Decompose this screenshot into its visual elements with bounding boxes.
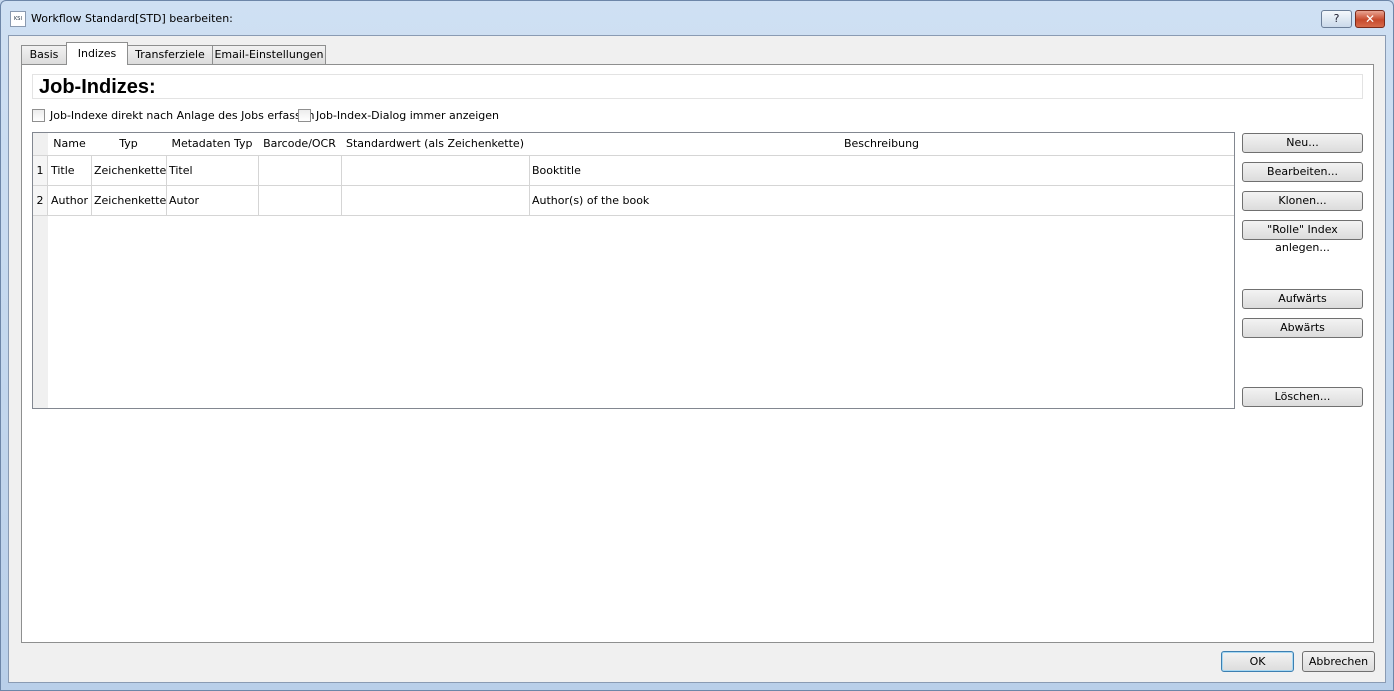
- tab-indizes[interactable]: Indizes: [66, 42, 128, 65]
- table-corner: [33, 133, 49, 156]
- checkbox-always-show-dialog[interactable]: Job-Index-Dialog immer anzeigen: [298, 108, 499, 122]
- move-up-button[interactable]: Aufwärts: [1242, 289, 1363, 309]
- cell-metadaten-typ[interactable]: Autor: [166, 186, 259, 216]
- cell-barcode-ocr[interactable]: [258, 156, 342, 186]
- delete-button[interactable]: Löschen...: [1242, 387, 1363, 407]
- dialog-window: KSI Workflow Standard[STD] bearbeiten: ?…: [0, 0, 1394, 691]
- create-role-index-button[interactable]: "Rolle" Index anlegen...: [1242, 220, 1363, 254]
- move-down-button[interactable]: Abwärts: [1242, 318, 1363, 338]
- tab-email-einstellungen[interactable]: Email-Einstellungen: [212, 45, 326, 64]
- cell-standardwert[interactable]: [341, 156, 530, 186]
- ok-button[interactable]: OK: [1221, 651, 1294, 672]
- clone-button[interactable]: Klonen...: [1242, 191, 1363, 211]
- cell-metadaten-typ[interactable]: Titel: [166, 156, 259, 186]
- column-header-name[interactable]: Name: [48, 133, 92, 156]
- help-button[interactable]: ?: [1321, 10, 1352, 28]
- cell-typ[interactable]: Zeichenkette: [91, 186, 167, 216]
- app-icon: KSI: [10, 11, 26, 27]
- column-header-barcode-ocr[interactable]: Barcode/OCR: [258, 133, 342, 156]
- tab-panel-indizes: Job-Indizes: Job-Indexe direkt nach Anla…: [21, 64, 1374, 643]
- checkbox-label: Job-Index-Dialog immer anzeigen: [316, 108, 500, 122]
- cell-typ[interactable]: Zeichenkette: [91, 156, 167, 186]
- job-index-table[interactable]: Name Typ Metadaten Typ Barcode/OCR Stand…: [32, 132, 1235, 409]
- checkbox-box[interactable]: [32, 108, 45, 122]
- row-number[interactable]: 2: [33, 186, 48, 216]
- tab-transferziele[interactable]: Transferziele: [127, 45, 213, 64]
- checkbox-capture-after-creation[interactable]: Job-Indexe direkt nach Anlage des Jobs e…: [32, 108, 314, 122]
- column-header-standardwert[interactable]: Standardwert (als Zeichenkette): [341, 133, 530, 156]
- tab-basis[interactable]: Basis: [21, 45, 67, 64]
- edit-button[interactable]: Bearbeiten...: [1242, 162, 1363, 182]
- column-header-metadaten-typ[interactable]: Metadaten Typ: [166, 133, 259, 156]
- column-header-typ[interactable]: Typ: [91, 133, 167, 156]
- new-button[interactable]: Neu...: [1242, 133, 1363, 153]
- row-number[interactable]: 1: [33, 156, 48, 186]
- cell-name[interactable]: Title: [48, 156, 92, 186]
- cell-standardwert[interactable]: [341, 186, 530, 216]
- close-button[interactable]: ✕: [1355, 10, 1385, 28]
- cell-beschreibung[interactable]: Author(s) of the book: [529, 186, 1234, 216]
- column-header-beschreibung[interactable]: Beschreibung: [529, 133, 1234, 156]
- checkbox-box[interactable]: [298, 108, 311, 122]
- cell-name[interactable]: Author: [48, 186, 92, 216]
- section-title: Job-Indizes:: [32, 74, 1363, 99]
- checkbox-label: Job-Indexe direkt nach Anlage des Jobs e…: [50, 108, 315, 122]
- window-title: Workflow Standard[STD] bearbeiten:: [31, 12, 233, 25]
- cancel-button[interactable]: Abbrechen: [1302, 651, 1375, 672]
- title-bar: KSI Workflow Standard[STD] bearbeiten: ?…: [1, 1, 1393, 35]
- dialog-client-area: Basis Indizes Transferziele Email-Einste…: [8, 35, 1386, 683]
- cell-beschreibung[interactable]: Booktitle: [529, 156, 1234, 186]
- cell-barcode-ocr[interactable]: [258, 186, 342, 216]
